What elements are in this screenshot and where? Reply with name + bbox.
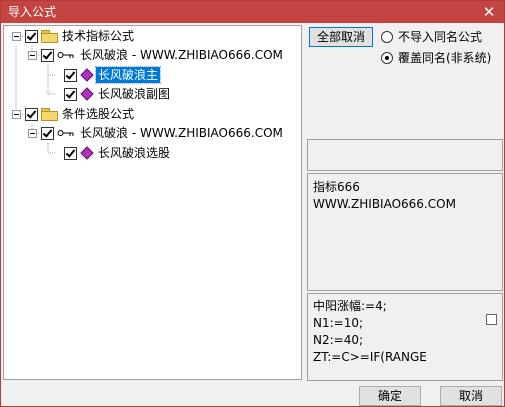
import-formula-dialog: 导入公式 ✕ 技术指标公式 长风破浪 - WWW.ZHIBIAO666.COM … [0,0,505,407]
close-icon[interactable]: ✕ [478,1,500,23]
radio-no-import-circle[interactable] [381,30,393,43]
radio-no-import[interactable]: 不导入同名公式 [381,28,482,45]
diamond-icon [80,87,94,101]
radio-overwrite-label: 覆盖同名(非系统) [398,51,492,65]
folder-icon [41,30,58,43]
code-line: 中阳涨幅:=4; [313,299,387,313]
description-line-2: WWW.ZHIBIAO666.COM [313,197,456,211]
code-line: N2:=40; [313,333,364,347]
tree-collapse-toggle[interactable] [28,129,37,138]
window-title: 导入公式 [8,5,57,19]
tree-node-label: 长风破浪 - WWW.ZHIBIAO666.COM [80,126,283,140]
tree-node-label: 技术指标公式 [62,29,135,43]
node-checkbox[interactable] [64,87,77,101]
tree-node-label: 长风破浪主 [94,66,162,84]
title-bar[interactable]: 导入公式 ✕ [1,1,504,23]
ok-button[interactable]: 确定 [359,386,421,406]
tree-node-label: 长风破浪副图 [98,87,171,101]
key-icon [57,52,74,58]
radio-overwrite[interactable]: 覆盖同名(非系统) [381,49,491,66]
tree-collapse-toggle[interactable] [28,51,37,60]
code-toggle-checkbox[interactable] [486,314,497,325]
description-text: 指标666 WWW.ZHIBIAO666.COM [313,179,456,213]
tree-node-label: 长风破浪 - WWW.ZHIBIAO666.COM [80,48,283,62]
tree-node-label: 条件选股公式 [62,107,135,121]
node-checkbox[interactable] [25,107,38,121]
radio-no-import-label: 不导入同名公式 [398,30,483,44]
node-checkbox[interactable] [41,48,54,62]
description-panel: 指标666 WWW.ZHIBIAO666.COM [307,173,503,291]
tree-node-formula-screening[interactable]: 长风破浪选股 [64,144,172,162]
tree-node-formula-main[interactable]: 长风破浪主 [64,66,162,84]
code-text: 中阳涨幅:=4; N1:=10; N2:=40; ZT:=C>=IF(RANGE [313,298,427,366]
tree-node-label: 长风破浪选股 [98,146,171,160]
key-icon [57,130,74,136]
description-line-1: 指标666 [313,180,360,194]
node-checkbox[interactable] [64,146,77,160]
tree-collapse-toggle[interactable] [12,32,21,41]
folder-icon [41,108,58,121]
node-checkbox[interactable] [64,68,77,82]
code-line: N1:=10; [313,316,364,330]
tree-node-indicator-group[interactable]: 长风破浪 - WWW.ZHIBIAO666.COM [41,46,285,64]
tree-node-indicator-folder[interactable]: 技术指标公式 [25,27,136,45]
diamond-icon [80,146,94,160]
diamond-icon [80,68,94,82]
cancel-button[interactable]: 取消 [440,386,502,406]
node-checkbox[interactable] [25,29,38,43]
formula-tree[interactable]: 技术指标公式 长风破浪 - WWW.ZHIBIAO666.COM 长风破浪主 长… [3,25,302,380]
radio-overwrite-circle[interactable] [381,51,393,64]
tree-node-screening-group[interactable]: 长风破浪 - WWW.ZHIBIAO666.COM [41,124,285,142]
deselect-all-button[interactable]: 全部取消 [309,27,373,47]
tree-collapse-toggle[interactable] [12,110,21,119]
node-checkbox[interactable] [41,126,54,140]
tree-node-screening-folder[interactable]: 条件选股公式 [25,105,136,123]
code-line: ZT:=C>=IF(RANGE [313,350,427,364]
code-panel[interactable]: 中阳涨幅:=4; N1:=10; N2:=40; ZT:=C>=IF(RANGE [307,293,503,381]
tree-node-formula-sub[interactable]: 长风破浪副图 [64,85,172,103]
name-panel [307,139,503,171]
